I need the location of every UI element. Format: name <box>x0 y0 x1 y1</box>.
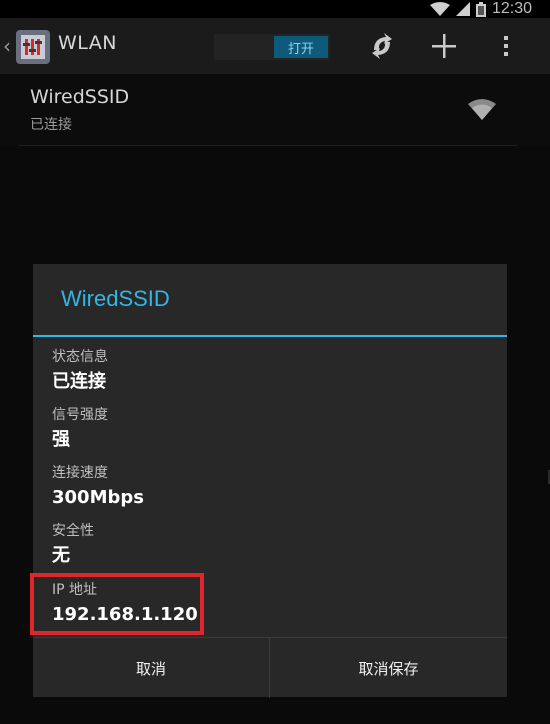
dialog-title: WiredSSID <box>61 286 170 311</box>
overflow-menu-button[interactable] <box>486 28 526 64</box>
field-value: 已连接 <box>52 371 106 392</box>
forget-network-button[interactable]: 取消保存 <box>270 638 507 698</box>
ip-highlight-box <box>30 573 204 635</box>
field-label: 安全性 <box>52 523 94 539</box>
status-field: 状态信息 已连接 <box>52 348 108 394</box>
overflow-menu-icon <box>504 36 508 56</box>
network-status: 已连接 <box>30 117 72 133</box>
add-icon <box>432 34 456 58</box>
field-label: 信号强度 <box>52 407 108 423</box>
wifi-status-icon <box>429 2 450 16</box>
page-title: WLAN <box>58 32 118 54</box>
settings-app-icon[interactable] <box>16 30 50 64</box>
action-bar: ‹ WLAN 打开 <box>0 18 550 74</box>
status-bar: 12:30 <box>0 0 550 18</box>
field-label: 状态信息 <box>52 349 108 365</box>
wifi-signal-icon <box>468 99 496 120</box>
list-divider <box>18 145 518 146</box>
dialog-title-divider <box>33 335 507 337</box>
signal-icon <box>455 2 470 16</box>
cancel-button[interactable]: 取消 <box>33 638 269 698</box>
link-speed-field: 连接速度 300Mbps <box>52 464 144 510</box>
toggle-on-label: 打开 <box>274 36 328 58</box>
field-value: 300Mbps <box>52 487 144 508</box>
battery-icon <box>475 1 486 17</box>
field-value: 强 <box>52 429 70 450</box>
field-label: 连接速度 <box>52 465 108 481</box>
dialog-button-bar: 取消 取消保存 <box>33 637 507 698</box>
security-field: 安全性 无 <box>52 522 94 568</box>
refresh-button[interactable] <box>362 28 402 64</box>
network-ssid: WiredSSID <box>30 86 130 108</box>
refresh-icon <box>372 33 392 59</box>
back-chevron-icon[interactable]: ‹ <box>3 33 11 59</box>
signal-strength-field: 信号强度 强 <box>52 406 108 452</box>
status-time: 12:30 <box>491 0 532 17</box>
status-icons: 12:30 <box>429 0 532 18</box>
field-value: 无 <box>52 545 70 566</box>
network-list-item[interactable]: WiredSSID 已连接 <box>0 74 550 146</box>
add-network-button[interactable] <box>424 28 464 64</box>
wlan-toggle[interactable]: 打开 <box>214 34 330 60</box>
